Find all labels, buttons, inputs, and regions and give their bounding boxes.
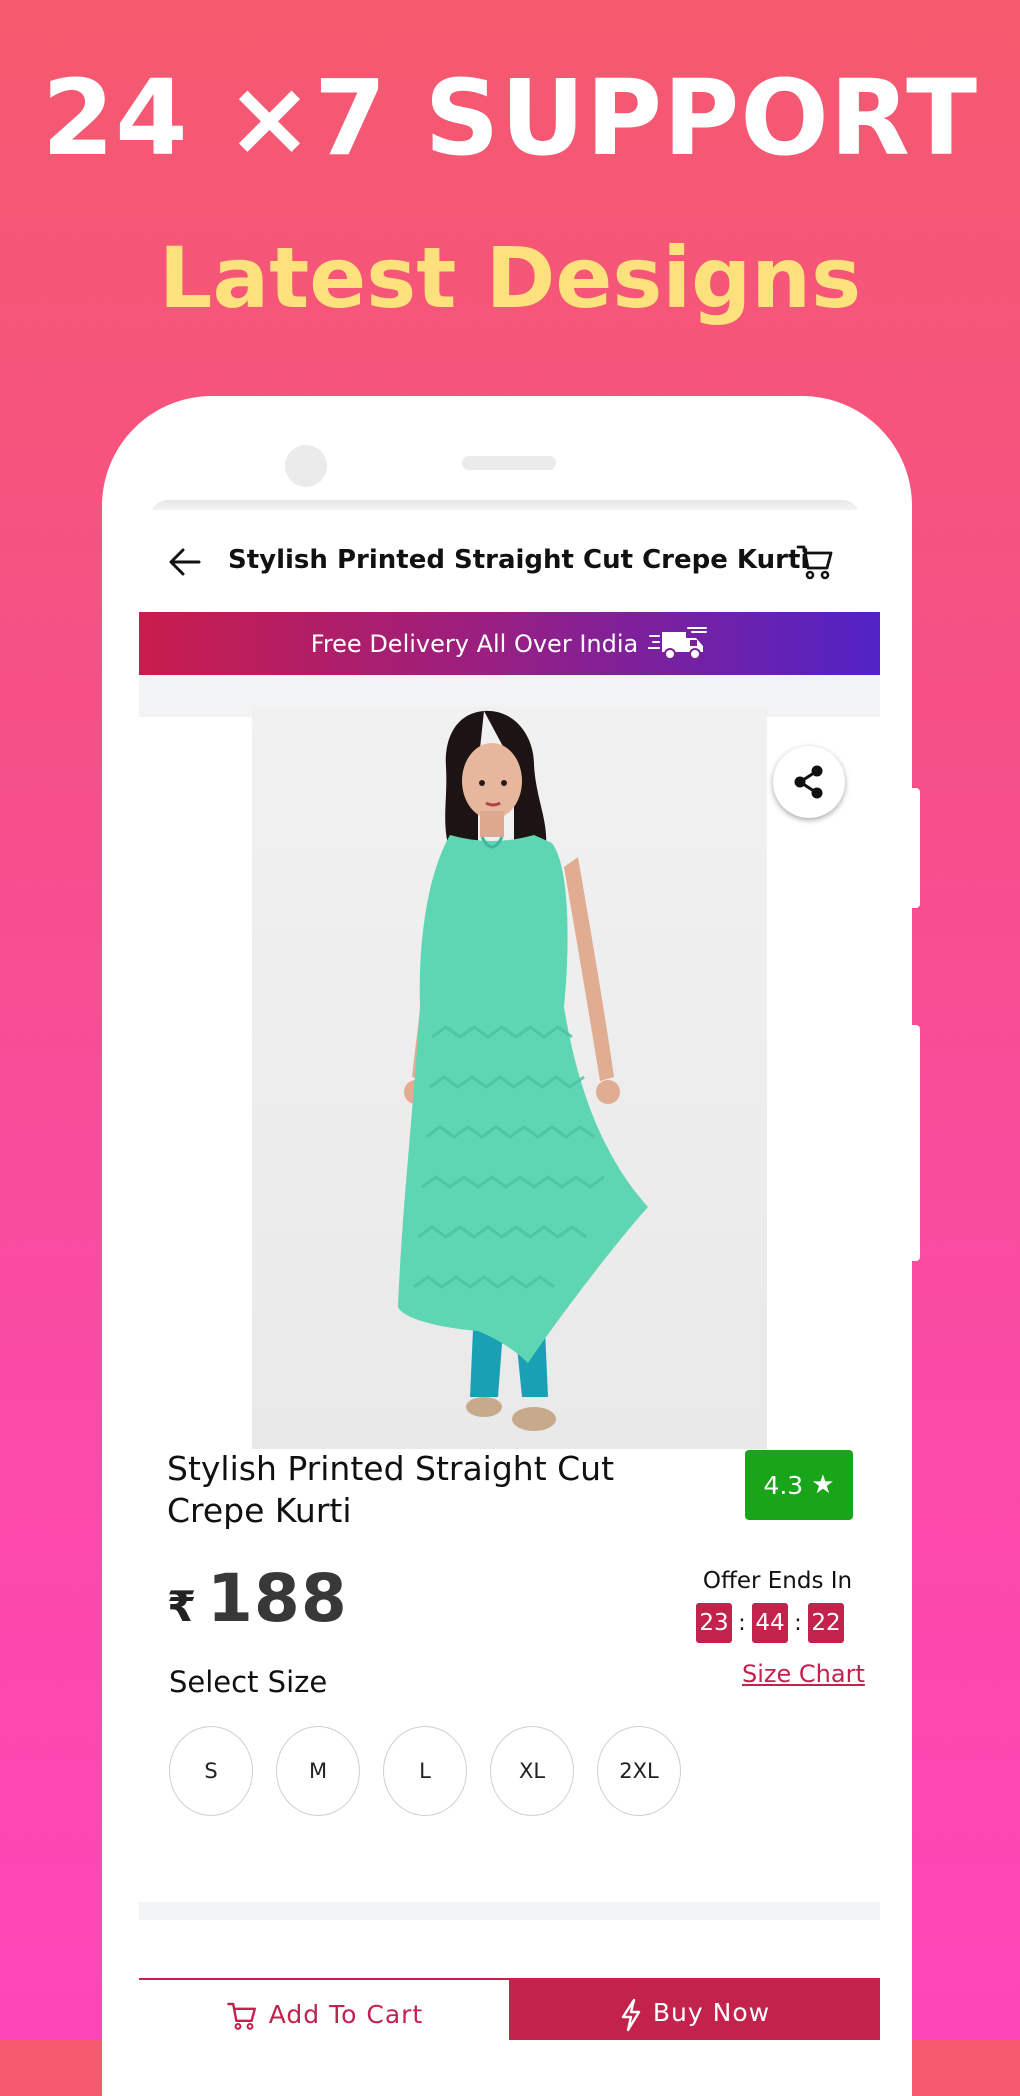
free-delivery-text: Free Delivery All Over India xyxy=(310,629,639,658)
size-options: S M L XL 2XL xyxy=(169,1726,704,1816)
countdown-seconds: 22 xyxy=(808,1603,844,1643)
currency-symbol: ₹ xyxy=(167,1582,197,1631)
section-divider xyxy=(139,1902,880,1920)
page-title: Stylish Printed Straight Cut Crepe Kurti xyxy=(228,545,810,575)
offer-ends-label: Offer Ends In xyxy=(702,1568,853,1594)
phone-speaker xyxy=(462,456,556,470)
offer-countdown: 23 : 44 : 22 xyxy=(696,1603,844,1643)
promo-headline: 24 ×7 SUPPORT xyxy=(41,57,979,179)
delivery-truck-icon xyxy=(648,626,708,660)
size-option-l[interactable]: L xyxy=(383,1726,467,1816)
phone-side-button xyxy=(912,1025,920,1261)
size-option-xl[interactable]: XL xyxy=(490,1726,574,1816)
buy-now-label: Buy Now xyxy=(652,1998,771,2027)
lightning-bolt-icon xyxy=(621,1998,641,2032)
bottom-action-bar: Add To Cart Buy Now xyxy=(139,1978,880,2040)
buy-now-button[interactable]: Buy Now xyxy=(509,1978,880,2040)
shopping-cart-icon xyxy=(226,2002,256,2030)
phone-camera xyxy=(285,445,327,487)
rating-value: 4.3 xyxy=(763,1470,804,1500)
select-size-label: Select Size xyxy=(169,1665,328,1699)
phone-side-button xyxy=(912,788,920,908)
cart-button[interactable] xyxy=(795,542,835,582)
star-icon: ★ xyxy=(811,1470,835,1500)
size-chart-link[interactable]: Size Chart xyxy=(742,1660,865,1688)
countdown-hours: 23 xyxy=(696,1603,732,1643)
model-figure xyxy=(398,710,648,1431)
arrow-left-icon xyxy=(169,548,201,576)
share-button[interactable] xyxy=(773,746,845,818)
share-icon xyxy=(794,765,823,799)
add-to-cart-button[interactable]: Add To Cart xyxy=(139,1978,509,2040)
countdown-separator: : xyxy=(794,1610,802,1636)
size-option-m[interactable]: M xyxy=(276,1726,360,1816)
shopping-cart-icon xyxy=(796,545,833,580)
add-to-cart-label: Add To Cart xyxy=(268,2000,424,2029)
back-button[interactable] xyxy=(167,544,203,580)
product-price: 188 xyxy=(207,1560,348,1637)
product-image[interactable] xyxy=(252,707,767,1449)
size-option-s[interactable]: S xyxy=(169,1726,253,1816)
promo-subheadline: Latest Designs xyxy=(158,229,862,327)
app-bar: Stylish Printed Straight Cut Crepe Kurti xyxy=(139,510,880,612)
size-option-2xl[interactable]: 2XL xyxy=(597,1726,681,1816)
countdown-separator: : xyxy=(738,1610,746,1636)
free-delivery-banner: Free Delivery All Over India xyxy=(139,612,880,675)
rating-badge: 4.3 ★ xyxy=(745,1450,853,1520)
app-screen: Stylish Printed Straight Cut Crepe Kurti… xyxy=(139,510,880,2040)
product-name: Stylish Printed Straight Cut Crepe Kurti xyxy=(167,1449,615,1530)
countdown-minutes: 44 xyxy=(752,1603,788,1643)
